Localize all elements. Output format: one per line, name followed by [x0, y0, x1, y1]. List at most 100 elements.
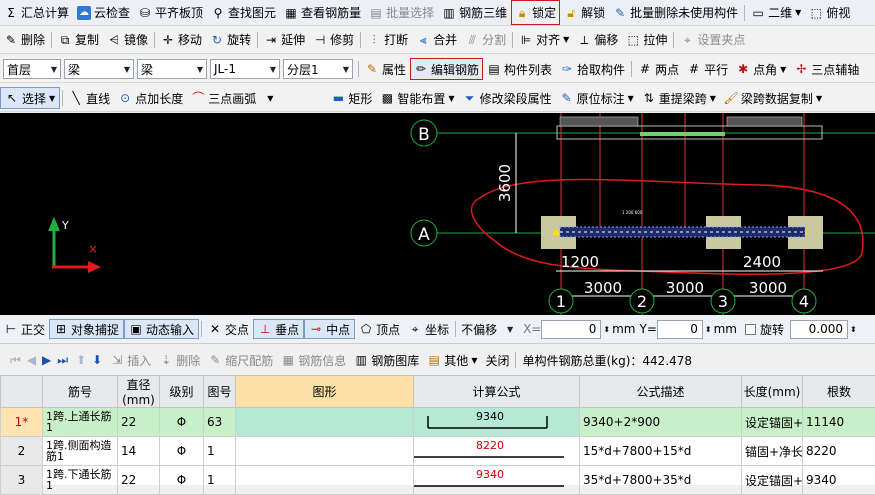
pick-component-button[interactable]: ✑拾取构件: [556, 56, 629, 82]
header-description[interactable]: 公式描述: [580, 376, 742, 408]
move-down-icon[interactable]: ⬇: [92, 353, 102, 367]
figure-no-cell[interactable]: 63: [204, 408, 236, 437]
stretch-button[interactable]: ⬚拉伸: [622, 26, 671, 53]
header-rebar-no[interactable]: 筋号: [43, 376, 118, 408]
dynamic-input-toggle[interactable]: ▣动态输入: [124, 319, 199, 339]
description-cell[interactable]: 设定锚固+净长+设定锚固: [742, 466, 803, 495]
offset-button[interactable]: ⟂偏移: [573, 26, 622, 53]
rectangle-button[interactable]: ▬矩形: [327, 85, 376, 111]
formula-cell[interactable]: 15*d+7800+15*d: [580, 437, 742, 466]
layer-select[interactable]: 分层1▼: [283, 59, 353, 79]
y-spin-icon[interactable]: ⬍: [705, 325, 712, 334]
component-list-button[interactable]: ▤构件列表: [483, 56, 556, 82]
intersection-snap[interactable]: ✕交点: [204, 315, 253, 343]
rebar-name-cell[interactable]: 1跨.下通长筋1: [43, 466, 118, 495]
vertex-snap[interactable]: ⬠顶点: [355, 315, 404, 343]
shape-cell[interactable]: [236, 437, 414, 466]
row-index[interactable]: 1*: [1, 408, 43, 437]
select-button[interactable]: ↖选择▼: [0, 87, 60, 109]
move-button[interactable]: ✛移动: [157, 26, 206, 53]
rebar-name-cell[interactable]: 1跨.侧面构造筋1: [43, 437, 118, 466]
find-element-button[interactable]: ⚲查找图元: [207, 0, 280, 25]
object-snap-toggle[interactable]: ⊞对象捕捉: [49, 319, 124, 339]
span-data-copy-button[interactable]: 🖌︎梁跨数据复制▼: [720, 85, 826, 111]
two-point-axis-button[interactable]: #两点: [634, 56, 683, 82]
orthogonal-toggle[interactable]: ⊢正交: [0, 315, 49, 343]
component-select[interactable]: JL-1▼: [210, 59, 280, 79]
in-situ-label-button[interactable]: ✎原位标注▼: [556, 85, 638, 111]
unlock-button[interactable]: 🔓︎解锁: [560, 0, 609, 25]
mirror-button[interactable]: ⩤镜像: [103, 26, 152, 53]
parallel-axis-button[interactable]: #平行: [683, 56, 732, 82]
rebar-library-button[interactable]: ▥钢筋图库: [350, 346, 423, 374]
three-point-arc-button[interactable]: ⌒三点画弧▼: [187, 85, 277, 111]
description-cell[interactable]: 设定锚固+净长+设定锚固: [742, 408, 803, 437]
rebar-info-button[interactable]: ▦钢筋信息: [277, 346, 350, 374]
diameter-cell[interactable]: 14: [118, 437, 160, 466]
modify-span-button[interactable]: ⏷修改梁段属性: [459, 85, 556, 111]
prev-record-icon[interactable]: ◀: [27, 353, 36, 367]
shape-cell[interactable]: [236, 466, 414, 495]
length-cell[interactable]: 11140: [803, 408, 875, 437]
rotate-checkbox[interactable]: [745, 324, 756, 335]
set-grip-button[interactable]: ⌖设置夹点: [676, 26, 749, 53]
summary-calc-button[interactable]: Σ汇总计算: [0, 0, 73, 25]
lock-button[interactable]: 🔒︎锁定: [511, 0, 560, 25]
properties-button[interactable]: ✎属性: [361, 56, 410, 82]
three-point-aux-button[interactable]: ✢三点辅轴: [790, 56, 863, 82]
formula-cell[interactable]: 35*d+7800+35*d: [580, 466, 742, 495]
rebar-name-cell[interactable]: 1跨.上通长筋1: [43, 408, 118, 437]
break-button[interactable]: ⫶打断: [363, 26, 412, 53]
table-row[interactable]: 3 1跨.下通长筋1 22 Φ 1 9340 35*d+7800+35*d 设定…: [1, 466, 875, 495]
trim-button[interactable]: ⊣修剪: [309, 26, 358, 53]
view-rebar-qty-button[interactable]: ▦查看钢筋量: [280, 0, 365, 25]
header-diameter[interactable]: 直径(mm): [118, 376, 160, 408]
rebar-3d-button[interactable]: ▥钢筋三维: [438, 0, 511, 25]
offset-mode-select[interactable]: 不偏移▼: [458, 320, 516, 339]
view-top-button[interactable]: ⬚俯视: [805, 0, 854, 25]
align-top-button[interactable]: ⛁平齐板顶: [134, 0, 207, 25]
view-2d-dropdown[interactable]: ▭二维▼: [747, 0, 805, 25]
header-figure-no[interactable]: 图号: [204, 376, 236, 408]
split-button[interactable]: ⫻分割: [461, 26, 510, 53]
rotate-angle-input[interactable]: 0.000: [790, 320, 848, 339]
length-cell[interactable]: 8220: [803, 437, 875, 466]
batch-delete-unused-button[interactable]: ✎批量删除未使用构件: [609, 0, 742, 25]
midpoint-snap[interactable]: ⊸中点: [304, 319, 355, 339]
grade-cell[interactable]: Φ: [160, 408, 204, 437]
diameter-cell[interactable]: 22: [118, 408, 160, 437]
rotate-button[interactable]: ↻旋转: [206, 26, 255, 53]
last-record-icon[interactable]: ⏭: [57, 353, 68, 368]
perpendicular-snap[interactable]: ⊥垂点: [253, 319, 304, 339]
cloud-check-button[interactable]: ☁云检查: [73, 0, 134, 25]
grade-cell[interactable]: Φ: [160, 466, 204, 495]
smart-layout-button[interactable]: ▩智能布置▼: [376, 85, 458, 111]
formula-cell[interactable]: 9340+2*900: [580, 408, 742, 437]
grade-cell[interactable]: Φ: [160, 437, 204, 466]
length-cell[interactable]: 9340: [803, 466, 875, 495]
table-row[interactable]: 1* 1跨.上通长筋1 22 Φ 63 900 9340 9340+2*900: [1, 408, 875, 437]
close-button[interactable]: 关闭: [481, 346, 513, 374]
edit-rebar-button[interactable]: ✏编辑钢筋: [410, 58, 483, 80]
header-length[interactable]: 长度(mm): [742, 376, 803, 408]
row-index[interactable]: 3: [1, 466, 43, 495]
header-grade[interactable]: 级别: [160, 376, 204, 408]
coordinate-snap[interactable]: ⌖坐标: [404, 315, 453, 343]
shape-drawing-cell[interactable]: 9340: [414, 466, 580, 495]
copy-button[interactable]: ⧉复制: [54, 26, 103, 53]
figure-no-cell[interactable]: 1: [204, 466, 236, 495]
type-select[interactable]: 梁▼: [137, 59, 207, 79]
scale-rebar-button[interactable]: ✎缩尺配筋: [204, 346, 277, 374]
x-coordinate-input[interactable]: 0: [541, 320, 601, 339]
move-up-icon[interactable]: ⬆: [76, 353, 86, 367]
header-formula[interactable]: 计算公式: [414, 376, 580, 408]
category-select[interactable]: 梁▼: [64, 59, 134, 79]
merge-button[interactable]: ⫷合并: [412, 26, 461, 53]
batch-select-button[interactable]: ▤批量选择: [365, 0, 438, 25]
first-record-icon[interactable]: ⏮: [10, 353, 21, 368]
delete-row-button[interactable]: ⇣删除: [155, 346, 204, 374]
row-index[interactable]: 2: [1, 437, 43, 466]
point-angle-button[interactable]: ✱点角▼: [732, 56, 790, 82]
diameter-cell[interactable]: 22: [118, 466, 160, 495]
point-length-button[interactable]: ⊙点加长度: [114, 85, 187, 111]
